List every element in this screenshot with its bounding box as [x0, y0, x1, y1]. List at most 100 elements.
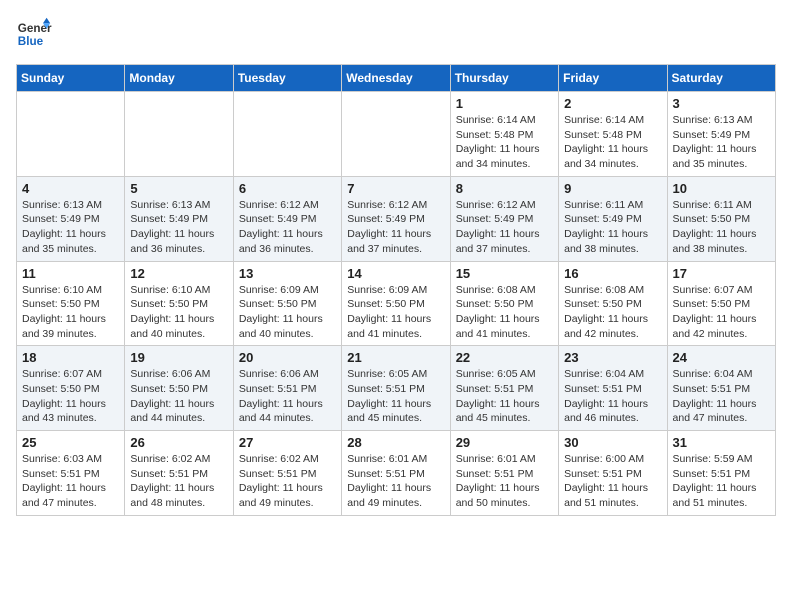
logo: General Blue	[16, 16, 52, 52]
day-number: 3	[673, 96, 770, 111]
day-number: 15	[456, 266, 553, 281]
weekday-header-monday: Monday	[125, 65, 233, 92]
day-number: 25	[22, 435, 119, 450]
day-info: Sunrise: 6:14 AM Sunset: 5:48 PM Dayligh…	[564, 113, 661, 172]
svg-text:Blue: Blue	[18, 35, 44, 48]
day-number: 10	[673, 181, 770, 196]
day-info: Sunrise: 6:00 AM Sunset: 5:51 PM Dayligh…	[564, 452, 661, 511]
day-info: Sunrise: 6:07 AM Sunset: 5:50 PM Dayligh…	[673, 283, 770, 342]
calendar-cell: 27 Sunrise: 6:02 AM Sunset: 5:51 PM Dayli…	[233, 431, 341, 516]
calendar-cell: 15 Sunrise: 6:08 AM Sunset: 5:50 PM Dayli…	[450, 261, 558, 346]
day-number: 8	[456, 181, 553, 196]
calendar-cell: 22Sunrise: 6:05 AM Sunset: 5:51 PM Dayli…	[450, 346, 558, 431]
weekday-header-wednesday: Wednesday	[342, 65, 450, 92]
day-info: Sunrise: 6:08 AM Sunset: 5:50 PM Dayligh…	[456, 283, 553, 342]
calendar-cell: 23 Sunrise: 6:04 AM Sunset: 5:51 PM Dayli…	[559, 346, 667, 431]
day-info: Sunrise: 6:05 AM Sunset: 5:51 PM Dayligh…	[347, 367, 444, 426]
day-info: Sunrise: 6:11 AM Sunset: 5:50 PM Dayligh…	[673, 198, 770, 257]
calendar-cell: 5 Sunrise: 6:13 AM Sunset: 5:49 PM Daylig…	[125, 176, 233, 261]
calendar-cell: 6 Sunrise: 6:12 AM Sunset: 5:49 PM Daylig…	[233, 176, 341, 261]
calendar-cell: 13 Sunrise: 6:09 AM Sunset: 5:50 PM Dayli…	[233, 261, 341, 346]
calendar-cell: 20 Sunrise: 6:06 AM Sunset: 5:51 PM Dayli…	[233, 346, 341, 431]
day-info: Sunrise: 6:06 AM Sunset: 5:50 PM Dayligh…	[130, 367, 227, 426]
day-info: Sunrise: 6:11 AM Sunset: 5:49 PM Dayligh…	[564, 198, 661, 257]
day-info: Sunrise: 6:06 AM Sunset: 5:51 PM Dayligh…	[239, 367, 336, 426]
day-info: Sunrise: 6:09 AM Sunset: 5:50 PM Dayligh…	[239, 283, 336, 342]
calendar-cell: 26Sunrise: 6:02 AM Sunset: 5:51 PM Dayli…	[125, 431, 233, 516]
day-info: Sunrise: 6:04 AM Sunset: 5:51 PM Dayligh…	[564, 367, 661, 426]
calendar-cell: 16 Sunrise: 6:08 AM Sunset: 5:50 PM Dayli…	[559, 261, 667, 346]
calendar-table: SundayMondayTuesdayWednesdayThursdayFrid…	[16, 64, 776, 516]
day-info: Sunrise: 6:08 AM Sunset: 5:50 PM Dayligh…	[564, 283, 661, 342]
day-number: 16	[564, 266, 661, 281]
week-row-1: 1 Sunrise: 6:14 AM Sunset: 5:48 PM Daylig…	[17, 92, 776, 177]
weekday-header-friday: Friday	[559, 65, 667, 92]
calendar-cell: 18 Sunrise: 6:07 AM Sunset: 5:50 PM Dayli…	[17, 346, 125, 431]
day-info: Sunrise: 6:03 AM Sunset: 5:51 PM Dayligh…	[22, 452, 119, 511]
day-number: 29	[456, 435, 553, 450]
calendar-cell	[233, 92, 341, 177]
day-number: 19	[130, 350, 227, 365]
week-row-3: 11 Sunrise: 6:10 AM Sunset: 5:50 PM Dayli…	[17, 261, 776, 346]
day-number: 12	[130, 266, 227, 281]
day-info: Sunrise: 6:10 AM Sunset: 5:50 PM Dayligh…	[22, 283, 119, 342]
calendar-cell: 14 Sunrise: 6:09 AM Sunset: 5:50 PM Dayli…	[342, 261, 450, 346]
day-number: 13	[239, 266, 336, 281]
day-info: Sunrise: 6:01 AM Sunset: 5:51 PM Dayligh…	[456, 452, 553, 511]
day-number: 21	[347, 350, 444, 365]
day-number: 17	[673, 266, 770, 281]
page-header: General Blue	[16, 16, 776, 52]
day-number: 6	[239, 181, 336, 196]
calendar-cell: 12Sunrise: 6:10 AM Sunset: 5:50 PM Dayli…	[125, 261, 233, 346]
day-info: Sunrise: 6:05 AM Sunset: 5:51 PM Dayligh…	[456, 367, 553, 426]
calendar-cell: 4 Sunrise: 6:13 AM Sunset: 5:49 PM Daylig…	[17, 176, 125, 261]
week-row-2: 4 Sunrise: 6:13 AM Sunset: 5:49 PM Daylig…	[17, 176, 776, 261]
day-number: 5	[130, 181, 227, 196]
day-info: Sunrise: 6:09 AM Sunset: 5:50 PM Dayligh…	[347, 283, 444, 342]
day-info: Sunrise: 6:07 AM Sunset: 5:50 PM Dayligh…	[22, 367, 119, 426]
logo-icon: General Blue	[16, 16, 52, 52]
calendar-cell	[342, 92, 450, 177]
day-info: Sunrise: 6:13 AM Sunset: 5:49 PM Dayligh…	[22, 198, 119, 257]
calendar-cell	[17, 92, 125, 177]
calendar-cell: 28Sunrise: 6:01 AM Sunset: 5:51 PM Dayli…	[342, 431, 450, 516]
day-number: 7	[347, 181, 444, 196]
day-number: 9	[564, 181, 661, 196]
calendar-cell: 25 Sunrise: 6:03 AM Sunset: 5:51 PM Dayli…	[17, 431, 125, 516]
week-row-5: 25 Sunrise: 6:03 AM Sunset: 5:51 PM Dayli…	[17, 431, 776, 516]
calendar-cell: 9 Sunrise: 6:11 AM Sunset: 5:49 PM Daylig…	[559, 176, 667, 261]
calendar-cell: 31Sunrise: 5:59 AM Sunset: 5:51 PM Dayli…	[667, 431, 775, 516]
day-number: 1	[456, 96, 553, 111]
day-number: 4	[22, 181, 119, 196]
calendar-cell	[125, 92, 233, 177]
calendar-cell: 2Sunrise: 6:14 AM Sunset: 5:48 PM Daylig…	[559, 92, 667, 177]
day-info: Sunrise: 6:14 AM Sunset: 5:48 PM Dayligh…	[456, 113, 553, 172]
weekday-header-tuesday: Tuesday	[233, 65, 341, 92]
day-number: 11	[22, 266, 119, 281]
day-number: 27	[239, 435, 336, 450]
day-info: Sunrise: 6:12 AM Sunset: 5:49 PM Dayligh…	[347, 198, 444, 257]
calendar-cell: 21 Sunrise: 6:05 AM Sunset: 5:51 PM Dayli…	[342, 346, 450, 431]
calendar-cell: 1 Sunrise: 6:14 AM Sunset: 5:48 PM Daylig…	[450, 92, 558, 177]
day-number: 24	[673, 350, 770, 365]
weekday-header-sunday: Sunday	[17, 65, 125, 92]
calendar-cell: 3Sunrise: 6:13 AM Sunset: 5:49 PM Daylig…	[667, 92, 775, 177]
day-number: 23	[564, 350, 661, 365]
day-info: Sunrise: 6:13 AM Sunset: 5:49 PM Dayligh…	[130, 198, 227, 257]
day-info: Sunrise: 6:02 AM Sunset: 5:51 PM Dayligh…	[239, 452, 336, 511]
calendar-cell: 30 Sunrise: 6:00 AM Sunset: 5:51 PM Dayli…	[559, 431, 667, 516]
day-number: 30	[564, 435, 661, 450]
day-info: Sunrise: 6:01 AM Sunset: 5:51 PM Dayligh…	[347, 452, 444, 511]
day-info: Sunrise: 6:12 AM Sunset: 5:49 PM Dayligh…	[239, 198, 336, 257]
calendar-cell: 8Sunrise: 6:12 AM Sunset: 5:49 PM Daylig…	[450, 176, 558, 261]
day-number: 20	[239, 350, 336, 365]
day-info: Sunrise: 5:59 AM Sunset: 5:51 PM Dayligh…	[673, 452, 770, 511]
week-row-4: 18 Sunrise: 6:07 AM Sunset: 5:50 PM Dayli…	[17, 346, 776, 431]
day-info: Sunrise: 6:02 AM Sunset: 5:51 PM Dayligh…	[130, 452, 227, 511]
calendar-cell: 11 Sunrise: 6:10 AM Sunset: 5:50 PM Dayli…	[17, 261, 125, 346]
calendar-cell: 24Sunrise: 6:04 AM Sunset: 5:51 PM Dayli…	[667, 346, 775, 431]
calendar-cell: 29 Sunrise: 6:01 AM Sunset: 5:51 PM Dayli…	[450, 431, 558, 516]
day-number: 18	[22, 350, 119, 365]
day-number: 14	[347, 266, 444, 281]
calendar-cell: 10 Sunrise: 6:11 AM Sunset: 5:50 PM Dayli…	[667, 176, 775, 261]
